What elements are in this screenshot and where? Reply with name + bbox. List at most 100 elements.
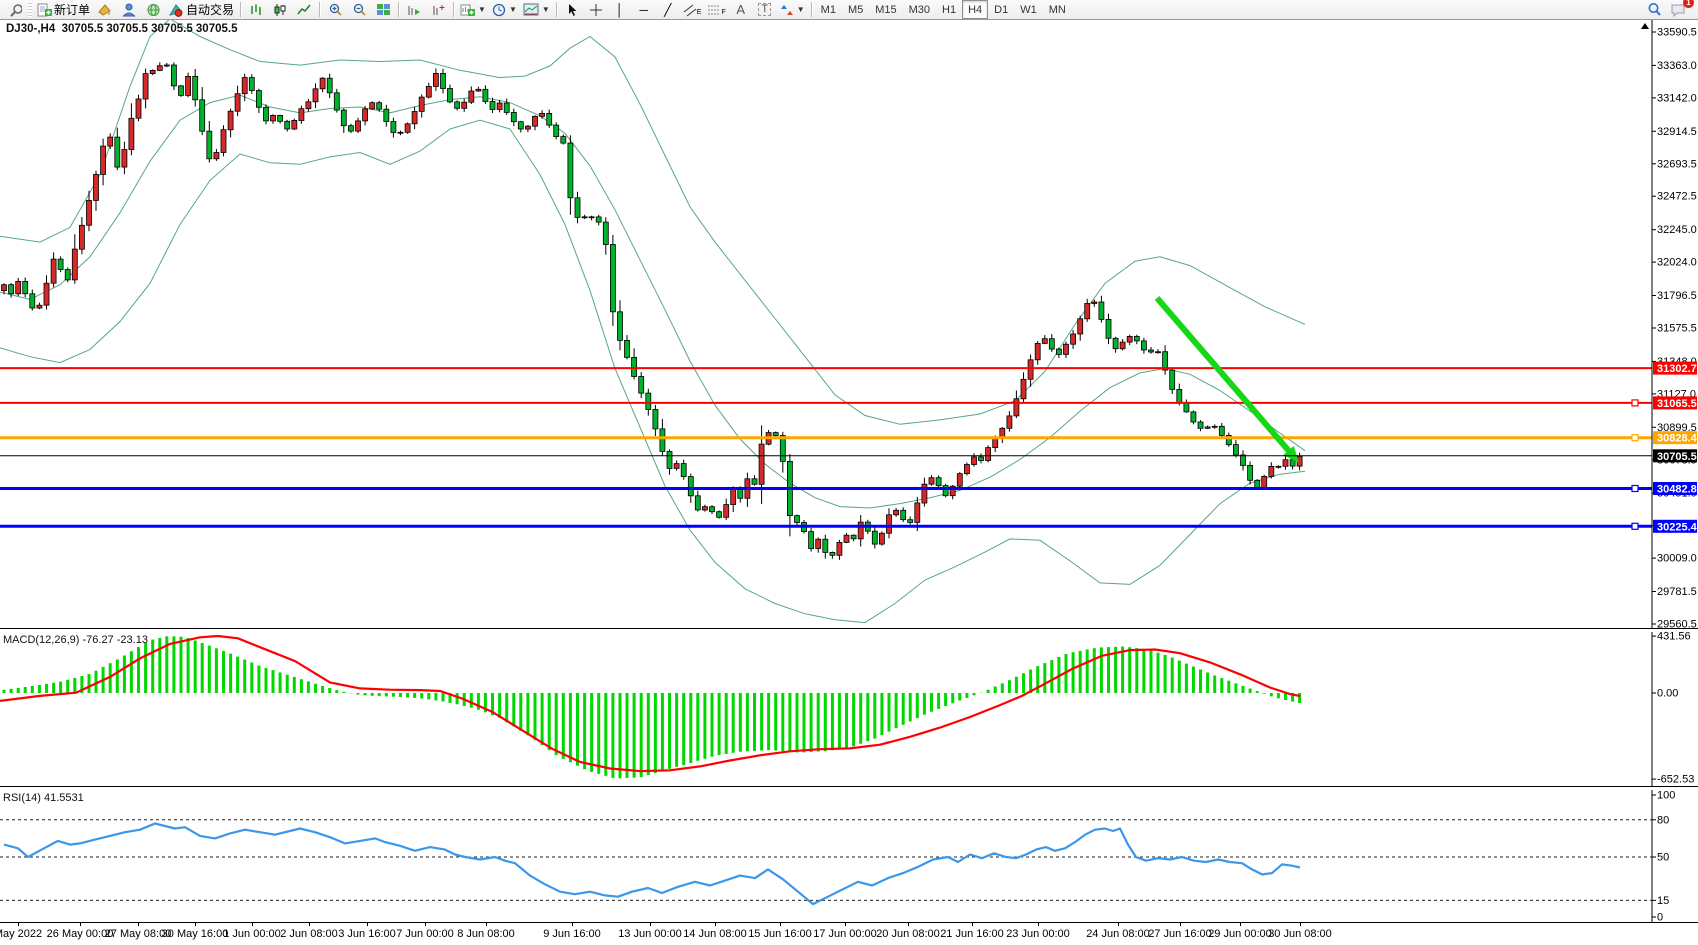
search-button[interactable] — [1642, 0, 1666, 20]
zoom-out-icon — [353, 3, 366, 16]
auto-scroll-icon — [408, 5, 420, 15]
clock-icon — [492, 3, 506, 16]
svg-text:30009.0: 30009.0 — [1657, 553, 1697, 565]
auto-trading-label: 自动交易 — [186, 3, 235, 17]
svg-text:431.56: 431.56 — [1657, 632, 1691, 643]
channel-tool-button[interactable]: E — [680, 0, 705, 20]
zoom-in-button[interactable] — [323, 0, 347, 20]
date-label: 26 May 00:00 — [46, 928, 114, 940]
line-handle[interactable] — [1631, 399, 1639, 407]
candlestick-icon — [274, 3, 286, 16]
styles-bucket-button[interactable] — [93, 0, 117, 20]
date-label: 23 Jun 00:00 — [1006, 928, 1070, 940]
date-tick — [80, 923, 81, 926]
new-chart-dropdown[interactable]: ▼ — [457, 0, 489, 20]
template-dropdown[interactable]: ▼ — [520, 0, 553, 20]
arrows-icon — [780, 4, 793, 15]
toolbar-separator — [810, 2, 812, 17]
chart-shift-button[interactable] — [426, 0, 450, 20]
date-tick — [1240, 923, 1241, 926]
chart-symbol-label: DJ30-,H4 30705.5 30705.5 30705.5 30705.5 — [6, 23, 238, 35]
timeframe-button-m15[interactable]: M15 — [869, 0, 902, 19]
candlestick-type-button[interactable] — [268, 0, 292, 20]
date-tick — [1300, 923, 1301, 926]
price-tag: 30225.4 — [1653, 519, 1698, 533]
timeframe-button-m5[interactable]: M5 — [842, 0, 869, 19]
line-handle[interactable] — [1631, 434, 1639, 442]
date-label: 21 Jun 16:00 — [940, 928, 1004, 940]
date-tick — [1180, 923, 1181, 926]
person-icon — [121, 3, 136, 16]
text-tool-button[interactable]: A — [729, 0, 753, 20]
magnifier-partial-icon — [10, 3, 22, 17]
svg-text:29781.5: 29781.5 — [1657, 586, 1697, 598]
macd-canvas[interactable]: 431.56 0.00 -652.53 — [0, 632, 1698, 786]
price-tag: 30828.4 — [1653, 431, 1698, 445]
bar-chart-type-button[interactable] — [244, 0, 268, 20]
date-tick — [138, 923, 139, 926]
arrows-dropdown[interactable]: ▼ — [777, 0, 808, 20]
timeframe-button-m1[interactable]: M1 — [815, 0, 842, 19]
candles-layer — [1, 62, 1303, 560]
fibonacci-tool-button[interactable]: F — [704, 0, 728, 20]
period-dropdown[interactable]: ▼ — [489, 0, 520, 20]
main-chart-pane[interactable]: DJ30-,H4 30705.5 30705.5 30705.5 30705.5… — [0, 20, 1698, 628]
paint-bucket-icon — [98, 3, 111, 16]
date-tick — [650, 923, 651, 926]
macd-pane[interactable]: MACD(12,26,9) -76.27 -23.13 431.56 0.00 -6… — [0, 632, 1698, 786]
auto-trading-button[interactable]: 自动交易 — [165, 0, 237, 20]
timeframe-button-w1[interactable]: W1 — [1014, 0, 1043, 19]
timeframe-button-d1[interactable]: D1 — [988, 0, 1014, 19]
profiles-button[interactable] — [117, 0, 141, 20]
rsi-pane[interactable]: RSI(14) 41.5531 100 80 50 15 0 — [0, 790, 1698, 922]
cursor-tool-button[interactable] — [560, 0, 584, 20]
svg-text:31065.5: 31065.5 — [1657, 398, 1697, 410]
date-tick — [1038, 923, 1039, 926]
timeframe-button-h4[interactable]: H4 — [962, 0, 989, 19]
rsi-label: RSI(14) 41.5531 — [3, 792, 84, 804]
line-handle[interactable] — [1631, 484, 1639, 493]
svg-text:33363.0: 33363.0 — [1657, 60, 1697, 72]
market-watch-button[interactable] — [141, 0, 165, 20]
svg-text:0.00: 0.00 — [1657, 688, 1678, 700]
vertical-line-tool-button[interactable]: │ — [608, 0, 632, 20]
new-order-label: 新订单 — [54, 3, 91, 17]
price-axis-bg[interactable] — [1653, 632, 1698, 786]
label-tool-icon: T — [758, 3, 772, 16]
auto-trading-icon — [168, 3, 183, 17]
date-label: 24 Jun 08:00 — [1086, 928, 1150, 940]
horizontal-line-icon: ─ — [639, 2, 649, 17]
date-tick — [780, 923, 781, 926]
horizontal-line-tool-button[interactable]: ─ — [632, 0, 656, 20]
date-tick — [908, 923, 909, 926]
vertical-line-icon: │ — [616, 2, 624, 17]
date-label: 13 Jun 00:00 — [618, 928, 682, 940]
svg-text:32472.5: 32472.5 — [1657, 191, 1697, 203]
trading-terminal-window: 新订单 自动交易 ▼ ▼ ▼ │ ─ ╱ E F A T ▼ M1 M5 M15… — [0, 0, 1698, 945]
price-tag: 30482.8 — [1653, 482, 1697, 496]
line-chart-type-button[interactable] — [292, 0, 316, 20]
label-tool-button[interactable]: T — [753, 0, 777, 20]
date-tick — [18, 923, 19, 926]
crosshair-tool-button[interactable] — [584, 0, 608, 20]
date-label: 7 Jun 00:00 — [396, 928, 454, 940]
date-label: 3 Jun 16:00 — [338, 928, 396, 940]
scale-marker[interactable] — [1641, 23, 1649, 29]
date-label: 29 Jun 00:00 — [1208, 928, 1272, 940]
trendline-tool-button[interactable]: ╱ — [656, 0, 680, 20]
main-chart-canvas[interactable]: 33590.5 33363.0 33142.0 32914.5 32693.5 32472… — [0, 20, 1698, 628]
auto-scroll-button[interactable] — [402, 0, 426, 20]
date-tick — [252, 923, 253, 926]
svg-text:30482.8: 30482.8 — [1657, 484, 1697, 496]
timeframe-button-mn[interactable]: MN — [1043, 0, 1072, 19]
line-handle[interactable] — [1631, 522, 1639, 530]
timeframe-button-h1[interactable]: H1 — [936, 0, 962, 19]
rsi-canvas[interactable]: 100 80 50 15 0 — [0, 790, 1698, 922]
timeframe-button-m30[interactable]: M30 — [903, 0, 936, 19]
svg-text:80: 80 — [1657, 814, 1669, 826]
zoom-out-button[interactable] — [347, 0, 371, 20]
notifications-button[interactable]: 1 — [1666, 0, 1694, 20]
date-axis[interactable]: May 202226 May 00:0027 May 08:0030 May 1… — [0, 922, 1698, 945]
tile-windows-button[interactable] — [371, 0, 395, 20]
new-order-button[interactable]: 新订单 — [34, 0, 93, 20]
